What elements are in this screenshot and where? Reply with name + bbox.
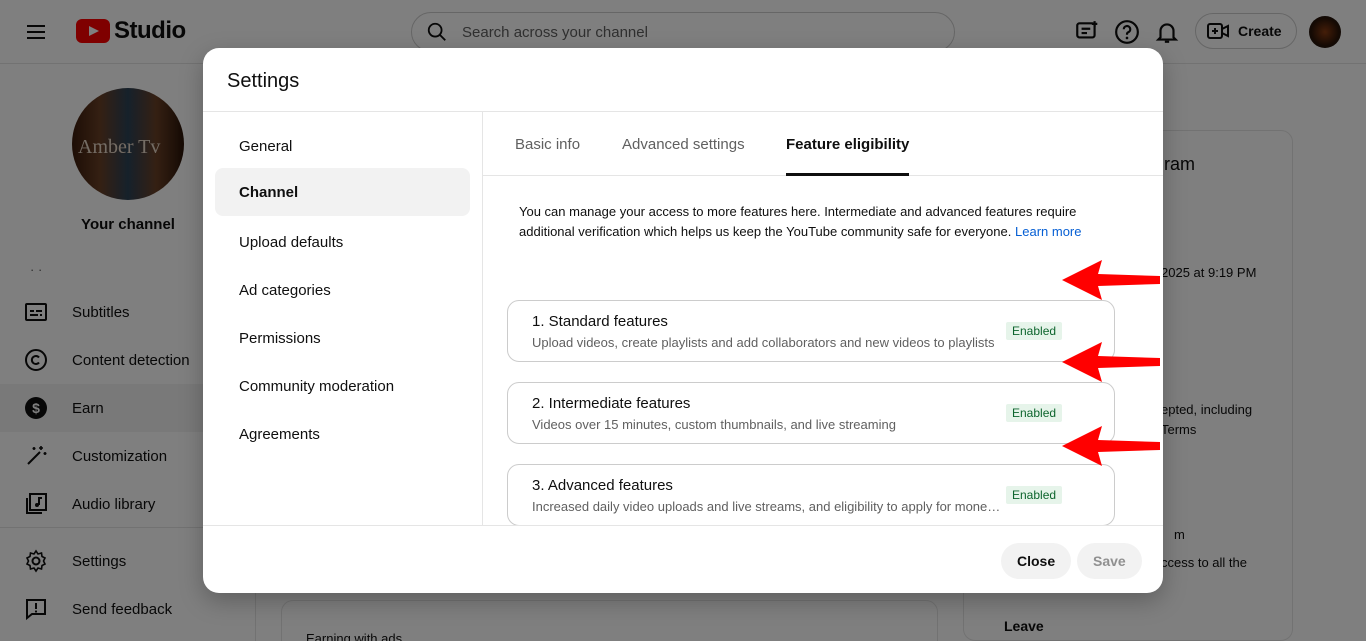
dialog-footer: Close Save	[203, 525, 1163, 593]
menu-item-channel[interactable]: Channel	[215, 168, 470, 216]
tab-basic-info[interactable]: Basic info	[515, 112, 580, 176]
dialog-header: Settings	[203, 48, 1163, 112]
menu-item-agreements[interactable]: Agreements	[215, 410, 470, 458]
menu-item-community-moderation[interactable]: Community moderation	[215, 362, 470, 410]
tab-advanced-settings[interactable]: Advanced settings	[622, 112, 745, 176]
feature-title: 1. Standard features	[532, 313, 668, 330]
feature-description: Upload videos, create playlists and add …	[532, 335, 995, 350]
feature-standard[interactable]: 1. Standard features Upload videos, crea…	[507, 300, 1115, 362]
intro-text: You can manage your access to more featu…	[519, 202, 1119, 242]
menu-item-general[interactable]: General	[215, 122, 470, 170]
tab-feature-eligibility[interactable]: Feature eligibility	[786, 112, 910, 176]
feature-description: Increased daily video uploads and live s…	[532, 499, 1002, 514]
feature-title: 2. Intermediate features	[532, 395, 691, 412]
status-badge: Enabled	[1006, 486, 1063, 504]
feature-intermediate[interactable]: 2. Intermediate features Videos over 15 …	[507, 382, 1115, 444]
settings-dialog: Settings General Channel Upload defaults…	[203, 48, 1163, 593]
status-badge: Enabled	[1006, 322, 1063, 340]
close-button[interactable]: Close	[1001, 543, 1072, 579]
annotation-arrow-icon	[1062, 342, 1160, 382]
tab-bar: Basic info Advanced settings Feature eli…	[483, 112, 1163, 176]
save-button[interactable]: Save	[1077, 543, 1142, 579]
annotation-arrow-icon	[1062, 260, 1160, 300]
feature-advanced[interactable]: 3. Advanced features Increased daily vid…	[507, 464, 1115, 526]
menu-item-permissions[interactable]: Permissions	[215, 314, 470, 362]
settings-menu: General Channel Upload defaults Ad categ…	[203, 112, 483, 525]
feature-title: 3. Advanced features	[532, 477, 673, 494]
annotation-arrow-icon	[1062, 426, 1160, 466]
menu-item-ad-categories[interactable]: Ad categories	[215, 266, 470, 314]
menu-item-upload-defaults[interactable]: Upload defaults	[215, 218, 470, 266]
learn-more-link[interactable]: Learn more	[1015, 224, 1081, 239]
status-badge: Enabled	[1006, 404, 1063, 422]
intro-body: You can manage your access to more featu…	[519, 204, 1077, 239]
feature-description: Videos over 15 minutes, custom thumbnail…	[532, 417, 896, 432]
dialog-title: Settings	[227, 70, 300, 92]
